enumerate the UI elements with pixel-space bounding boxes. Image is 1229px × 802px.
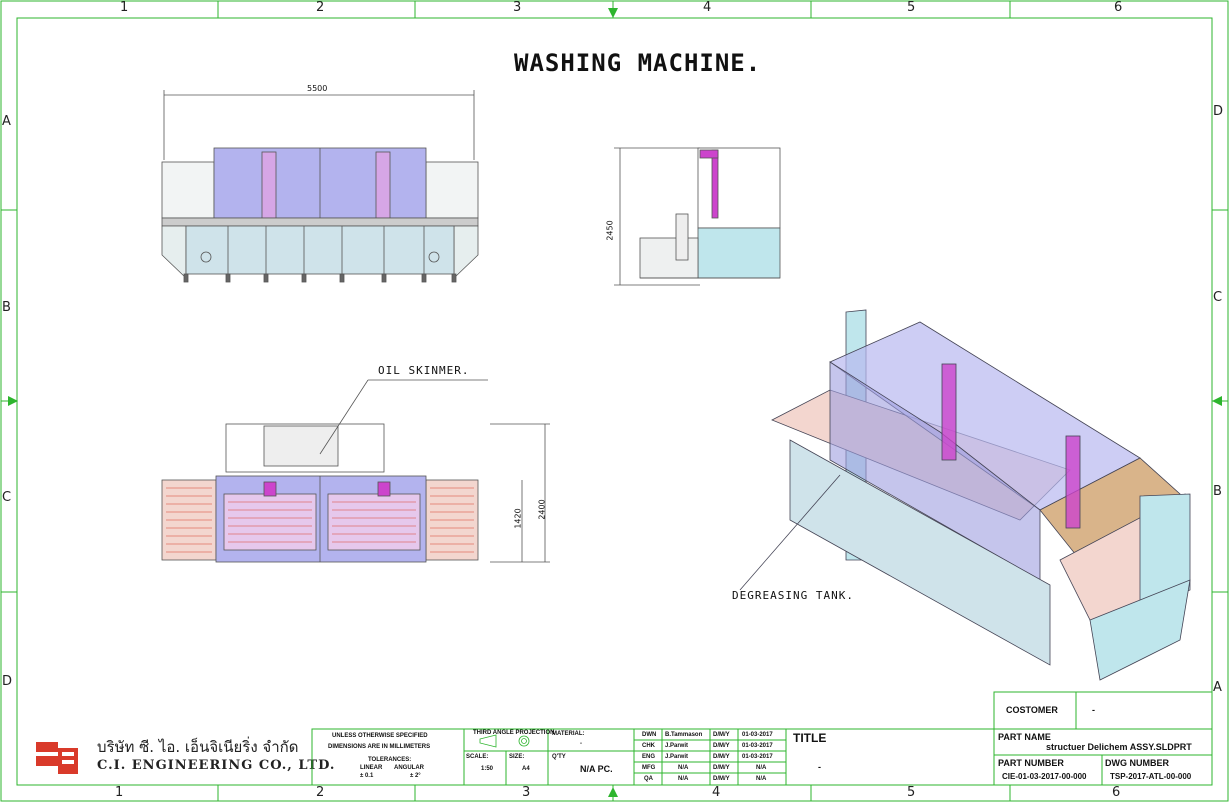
spec-line-2: DIMENSIONS ARE IN MILLIMETERS <box>328 744 431 750</box>
approval-name: J.Parwit <box>665 743 689 749</box>
dwg-number-value: TSP-2017-ATL-00-000 <box>1110 772 1192 781</box>
approval-date-label: D/M/Y <box>713 743 730 749</box>
angular-label: ANGULAR <box>394 765 424 771</box>
part-name-label: PART NAME <box>998 732 1051 742</box>
linear-label: LINEAR <box>360 765 383 771</box>
approval-date-label: D/M/Y <box>713 732 730 738</box>
approval-date: N/A <box>756 776 767 782</box>
drawing-sheet: 1 2 3 4 5 6 1 2 3 4 5 6 A B C D D C B A … <box>0 0 1229 802</box>
angular-tolerance: ± 2° <box>410 773 421 779</box>
approval-name: N/A <box>678 765 689 771</box>
part-name-value: structuer Delichem ASSY.SLDPRT <box>1046 742 1192 752</box>
material-value: - <box>580 741 582 747</box>
approval-role: QA <box>644 776 653 782</box>
spec-line-1: UNLESS OTHERWISE SPECIFIED <box>332 733 428 739</box>
linear-tolerance: ± 0.1 <box>360 773 374 779</box>
part-number-label: PART NUMBER <box>998 758 1064 768</box>
tolerances-label: TOLERANCES: <box>368 757 412 763</box>
title-value: - <box>818 762 821 772</box>
approval-date-label: D/M/Y <box>713 754 730 760</box>
approval-name: B.Tammason <box>665 732 703 738</box>
approval-role: DWN <box>642 732 657 738</box>
projection-label: THIRD ANGLE PROJECTION <box>473 730 555 736</box>
qty-value: N/A PC. <box>580 764 613 774</box>
qty-label: Q'TY <box>552 754 566 760</box>
scale-value: 1:50 <box>481 766 494 772</box>
approval-name: J.Parwit <box>665 754 689 760</box>
approval-date: 01-03-2017 <box>742 754 773 760</box>
part-number-value: CIE-01-03-2017-00-000 <box>1002 772 1087 781</box>
approval-role: CHK <box>642 743 655 749</box>
approval-role: MFG <box>642 765 656 771</box>
approval-role: ENG <box>642 754 656 760</box>
approval-date: 01-03-2017 <box>742 743 773 749</box>
dwg-number-label: DWG NUMBER <box>1105 758 1169 768</box>
approval-date: 01-03-2017 <box>742 732 773 738</box>
customer-label: COSTOMER <box>1006 705 1058 715</box>
approval-date-label: D/M/Y <box>713 765 730 771</box>
size-label: SIZE: <box>509 754 525 760</box>
approval-name: N/A <box>678 776 689 782</box>
material-label: MATERIAL: <box>552 731 585 737</box>
scale-label: SCALE: <box>466 754 489 760</box>
title-label: TITLE <box>793 731 827 745</box>
customer-value: - <box>1092 705 1095 715</box>
approval-date: N/A <box>756 765 767 771</box>
projection-symbol-icon <box>479 734 530 748</box>
approval-date-label: D/M/Y <box>713 776 730 782</box>
size-value: A4 <box>522 766 530 772</box>
title-block-grid <box>311 691 1213 786</box>
